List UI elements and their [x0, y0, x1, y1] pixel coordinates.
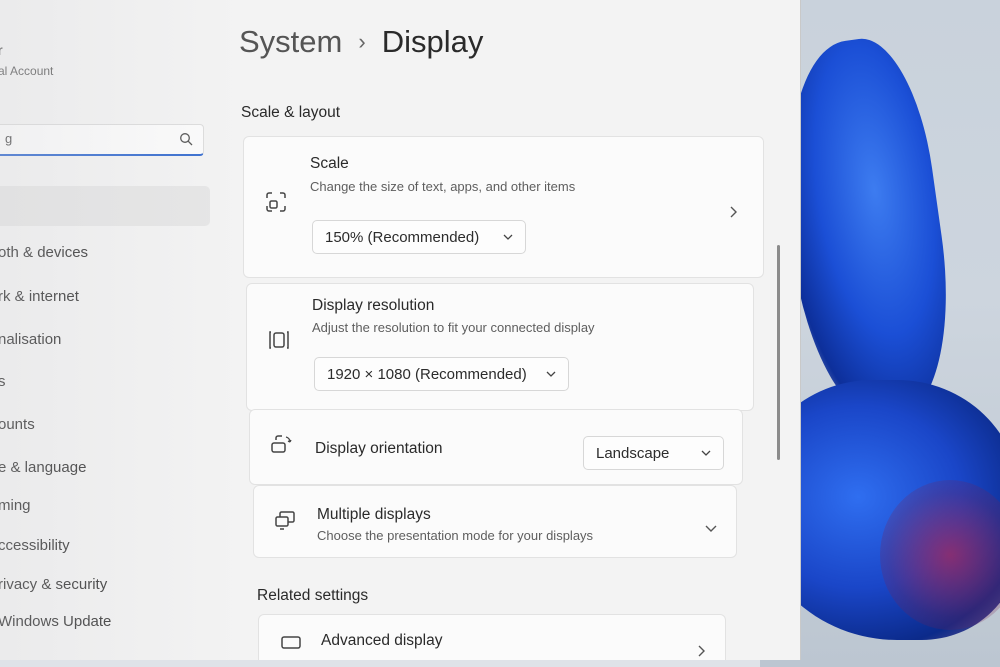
- scale-icon: [266, 192, 286, 212]
- resolution-icon: [269, 331, 289, 349]
- scale-dropdown[interactable]: 150% (Recommended): [312, 220, 526, 254]
- resolution-subtitle: Adjust the resolution to fit your connec…: [312, 320, 595, 335]
- user-name: r: [0, 42, 3, 58]
- advanced-display-title: Advanced display: [321, 632, 443, 649]
- multiple-displays-subtitle: Choose the presentation mode for your di…: [317, 528, 594, 543]
- search-icon[interactable]: [179, 132, 193, 146]
- breadcrumb: System › Display: [239, 24, 483, 60]
- search-input[interactable]: [3, 130, 167, 147]
- sidebar-item-system[interactable]: [0, 186, 210, 226]
- breadcrumb-parent[interactable]: System: [239, 24, 342, 60]
- sidebar-item-windows-update[interactable]: Windows Update: [0, 613, 111, 630]
- resolution-value: 1920 × 1080 (Recommended): [327, 365, 527, 383]
- multiple-displays-card[interactable]: Multiple displays Choose the presentatio…: [253, 485, 737, 558]
- sidebar-item-network[interactable]: rk & internet: [0, 288, 79, 305]
- scale-title: Scale: [310, 155, 349, 172]
- orientation-dropdown[interactable]: Landscape: [583, 436, 724, 470]
- multiple-displays-icon: [275, 511, 295, 530]
- account-type: al Account: [0, 64, 54, 78]
- sidebar-item-accessibility[interactable]: ccessibility: [0, 537, 70, 554]
- sidebar: r al Account oth & devices rk & internet…: [0, 0, 225, 660]
- chevron-down-icon: [701, 450, 711, 456]
- sidebar-item-apps[interactable]: s: [0, 373, 6, 390]
- monitor-icon: [281, 636, 301, 649]
- chevron-down-icon[interactable]: [705, 524, 717, 534]
- section-title-scale-layout: Scale & layout: [241, 104, 341, 121]
- multiple-displays-title: Multiple displays: [317, 506, 431, 523]
- orientation-icon: [271, 435, 292, 453]
- scrollbar[interactable]: [777, 245, 780, 460]
- sidebar-item-time-language[interactable]: e & language: [0, 459, 86, 476]
- sidebar-item-bluetooth[interactable]: oth & devices: [0, 244, 88, 261]
- chevron-right-icon[interactable]: [728, 206, 738, 218]
- chevron-down-icon: [503, 234, 513, 240]
- scale-subtitle: Change the size of text, apps, and other…: [310, 179, 576, 194]
- scale-value: 150% (Recommended): [325, 228, 480, 246]
- sidebar-item-accounts[interactable]: ounts: [0, 416, 35, 433]
- chevron-right-icon: ›: [358, 29, 366, 54]
- sidebar-item-personalisation[interactable]: nalisation: [0, 331, 61, 348]
- resolution-dropdown[interactable]: 1920 × 1080 (Recommended): [314, 357, 569, 391]
- search-box[interactable]: [0, 124, 204, 156]
- chevron-down-icon: [546, 371, 556, 377]
- resolution-card[interactable]: Display resolution Adjust the resolution…: [246, 283, 754, 411]
- orientation-value: Landscape: [596, 444, 670, 462]
- resolution-title: Display resolution: [312, 297, 435, 314]
- orientation-title: Display orientation: [315, 440, 443, 457]
- scale-card[interactable]: Scale Change the size of text, apps, and…: [243, 136, 764, 278]
- page-title: Display: [381, 24, 484, 59]
- sidebar-item-gaming[interactable]: ming: [0, 497, 31, 514]
- sidebar-item-privacy[interactable]: rivacy & security: [0, 576, 107, 593]
- advanced-display-card[interactable]: Advanced display: [258, 614, 726, 660]
- chevron-right-icon[interactable]: [696, 645, 706, 657]
- orientation-card: Display orientation Landscape: [249, 409, 743, 485]
- settings-window: r al Account oth & devices rk & internet…: [0, 0, 801, 660]
- section-title-related-settings: Related settings: [257, 587, 369, 604]
